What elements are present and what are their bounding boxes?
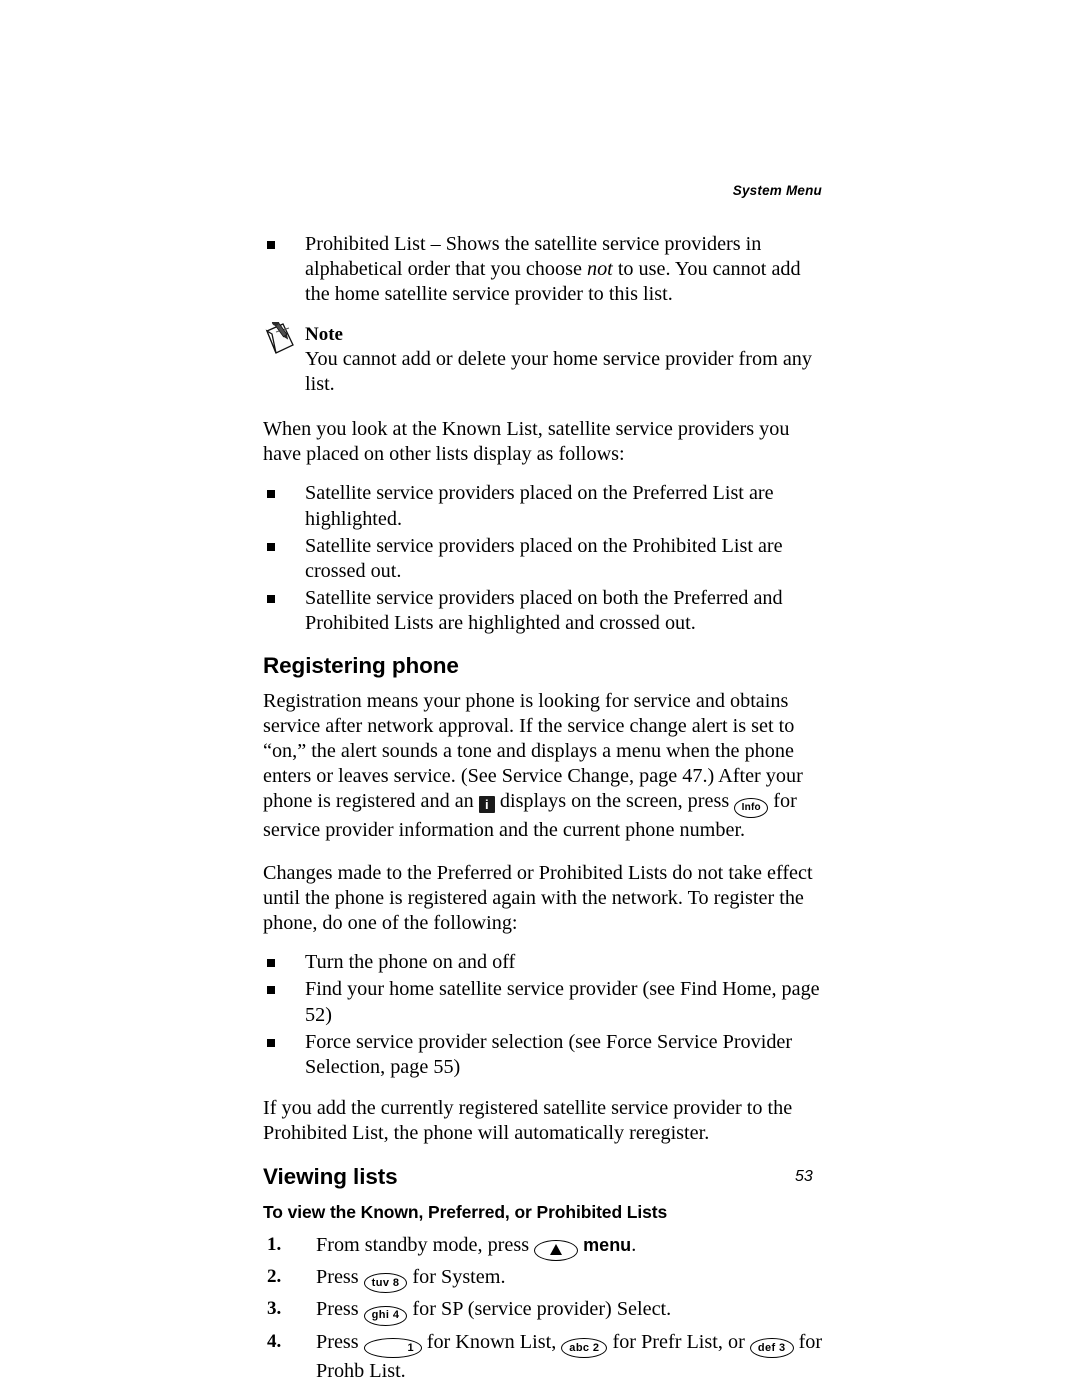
square-bullet-icon — [267, 490, 275, 499]
square-bullet-icon — [267, 986, 275, 995]
registering-paragraph-1: Registration means your phone is looking… — [263, 689, 823, 844]
info-key-icon: Info — [734, 798, 769, 819]
keypad-key-def-3-icon: def 3 — [749, 1338, 794, 1359]
note-pen-icon — [263, 318, 301, 356]
step-text-a: From standby mode, press — [316, 1233, 535, 1256]
document-page: System Menu Prohibited List – Shows the … — [0, 0, 1080, 1397]
list-item: Prohibited List – Shows the satellite se… — [263, 232, 823, 308]
square-bullet-icon — [267, 959, 275, 968]
step-number: 3. — [267, 1298, 282, 1320]
known-list-bullets: Satellite service providers placed on th… — [263, 481, 823, 636]
note-callout: Note You cannot add or delete your home … — [263, 318, 823, 397]
step-text-a: Press — [316, 1265, 364, 1288]
step-text-c: for Prefr List, or — [607, 1330, 750, 1353]
step-2: 2. Press tuv 8 for System. — [263, 1264, 823, 1294]
step-text-b: for Known List, — [421, 1330, 562, 1353]
procedure-steps: 1. From standby mode, press menu. 2. Press… — [263, 1232, 823, 1385]
keypad-key-ghi-4-icon: ghi 4 — [363, 1305, 408, 1326]
keypad-key-1-icon: 1 — [363, 1338, 422, 1359]
step-3: 3. Press ghi 4 for SP (service provider) … — [263, 1296, 823, 1326]
square-bullet-icon — [267, 595, 275, 604]
step-text-a: Press — [316, 1330, 364, 1353]
step-number: 4. — [267, 1330, 282, 1352]
bullet-text: Force service provider selection (see Fo… — [305, 1030, 793, 1079]
body-column: Prohibited List – Shows the satellite se… — [263, 232, 823, 1387]
step-text-b: for System. — [407, 1265, 506, 1288]
bullet-text: Satellite service providers placed on bo… — [305, 587, 783, 635]
page-number: 53 — [795, 1168, 813, 1185]
up-arrow-key-icon — [534, 1239, 579, 1261]
registering-paragraph-3: If you add the currently registered sate… — [263, 1097, 793, 1145]
step-4: 4. Press 1 for Known List, abc 2 for Pref… — [263, 1329, 823, 1385]
bullet-text: Turn the phone on and off — [305, 951, 516, 974]
list-item: Satellite service providers placed on bo… — [263, 586, 823, 636]
info-indicator-icon: i — [478, 796, 495, 814]
keypad-key-tuv-8-icon: tuv 8 — [363, 1273, 408, 1294]
step-number: 2. — [267, 1265, 282, 1287]
section-heading-viewing-lists: Viewing lists — [263, 1163, 398, 1189]
prohibited-list-bullets: Prohibited List – Shows the satellite se… — [263, 232, 823, 308]
square-bullet-icon — [267, 1038, 275, 1047]
subheading-view-lists: To view the Known, Preferred, or Prohibi… — [263, 1201, 668, 1222]
keypad-key-abc-2-icon: abc 2 — [561, 1338, 608, 1359]
square-bullet-icon — [267, 542, 275, 551]
step-1: 1. From standby mode, press menu. — [263, 1232, 823, 1261]
bullet-text: Satellite service providers placed on th… — [305, 534, 783, 583]
square-bullet-icon — [267, 241, 275, 249]
step-number: 1. — [267, 1233, 282, 1255]
list-item: Satellite service providers placed on th… — [263, 481, 823, 531]
list-item: Force service provider selection (see Fo… — [263, 1030, 823, 1080]
bullet-text: Satellite service providers placed on th… — [305, 482, 774, 530]
section-heading-registering-phone: Registering phone — [263, 652, 459, 678]
register-methods-bullets: Turn the phone on and off Find your home… — [263, 950, 823, 1080]
step-text-a: Press — [316, 1298, 364, 1321]
registering-paragraph-2: Changes made to the Preferred or Prohibi… — [263, 861, 813, 935]
running-header: System Menu — [732, 183, 822, 198]
note-title: Note — [305, 323, 343, 345]
list-item: Satellite service providers placed on th… — [263, 534, 823, 584]
step-text-c: . — [631, 1233, 637, 1256]
registering-para1-b: displays on the screen, press — [494, 790, 735, 813]
step-text-b: for SP (service provider) Select. — [407, 1298, 672, 1321]
menu-label: menu — [583, 1234, 632, 1255]
known-list-intro: When you look at the Known List, satelli… — [263, 418, 790, 466]
note-text: You cannot add or delete your home servi… — [305, 347, 812, 395]
bullet-text: Find your home satellite service provide… — [305, 978, 820, 1026]
triangle-glyph — [550, 1243, 563, 1255]
list-item: Turn the phone on and off — [263, 950, 823, 975]
list-item: Find your home satellite service provide… — [263, 977, 823, 1027]
bullet-text-italic: not — [586, 258, 613, 281]
